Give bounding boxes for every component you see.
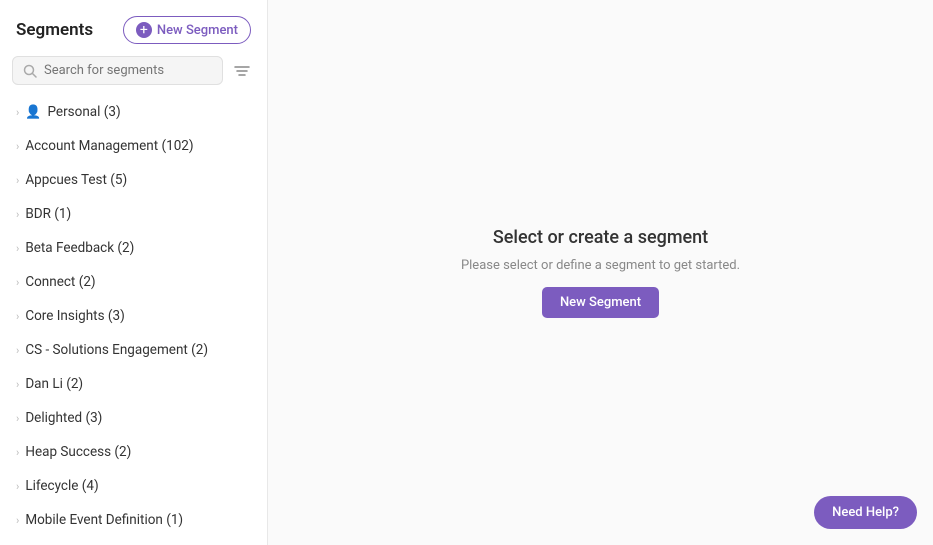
list-item[interactable]: › CS - Solutions Engagement (2) — [0, 333, 267, 367]
list-item-label: CS - Solutions Engagement (2) — [25, 342, 208, 358]
list-item-label: Core Insights (3) — [25, 308, 124, 324]
need-help-button[interactable]: Need Help? — [814, 496, 917, 529]
search-input-wrap — [12, 56, 223, 85]
filter-button[interactable] — [229, 58, 255, 84]
list-item-label: Mobile Event Definition (1) — [25, 512, 183, 528]
list-item-label: Lifecycle (4) — [25, 478, 98, 494]
create-segment-button[interactable]: New Segment — [542, 287, 659, 318]
list-item[interactable]: › Dan Li (2) — [0, 367, 267, 401]
list-item[interactable]: › Delighted (3) — [0, 401, 267, 435]
chevron-right-icon: › — [16, 310, 19, 323]
list-item-label: Account Management (102) — [25, 138, 193, 154]
list-item-label: Beta Feedback (2) — [25, 240, 134, 256]
new-segment-label: New Segment — [157, 23, 238, 38]
chevron-right-icon: › — [16, 106, 19, 119]
chevron-right-icon: › — [16, 344, 19, 357]
page-title: Segments — [16, 20, 93, 40]
chevron-right-icon: › — [16, 378, 19, 391]
plus-circle-icon: + — [136, 22, 152, 38]
empty-state: Select or create a segment Please select… — [461, 227, 740, 318]
list-item[interactable]: › BDR (1) — [0, 197, 267, 231]
filter-icon — [233, 62, 251, 80]
list-item-label: BDR (1) — [25, 206, 71, 222]
chevron-right-icon: › — [16, 480, 19, 493]
list-item-label: Appcues Test (5) — [25, 172, 127, 188]
chevron-right-icon: › — [16, 276, 19, 289]
list-item[interactable]: › Mobile Event Definition (1) — [0, 503, 267, 537]
main-content: Select or create a segment Please select… — [268, 0, 933, 545]
list-item[interactable]: › 👤 Personal (3) — [0, 95, 267, 129]
list-item-label: Personal (3) — [48, 104, 121, 120]
search-icon — [23, 64, 37, 78]
list-item[interactable]: › Lifecycle (4) — [0, 469, 267, 503]
chevron-right-icon: › — [16, 446, 19, 459]
list-item[interactable]: › Core Insights (3) — [0, 299, 267, 333]
chevron-right-icon: › — [16, 140, 19, 153]
chevron-right-icon: › — [16, 514, 19, 527]
list-item[interactable]: › Appcues Test (5) — [0, 163, 267, 197]
search-input[interactable] — [44, 63, 212, 78]
empty-state-title: Select or create a segment — [493, 227, 708, 248]
list-item-label: Heap Success (2) — [25, 444, 131, 460]
list-item-label: Delighted (3) — [25, 410, 102, 426]
empty-state-subtitle: Please select or define a segment to get… — [461, 258, 740, 273]
list-item[interactable]: › Heap Success (2) — [0, 435, 267, 469]
list-item[interactable]: › Account Management (102) — [0, 129, 267, 163]
chevron-right-icon: › — [16, 208, 19, 221]
list-item[interactable]: › Connect (2) — [0, 265, 267, 299]
search-bar-row — [0, 56, 267, 95]
list-item[interactable]: ›Modesto's Reports (2) — [0, 537, 267, 545]
segment-list: ›👤Personal (3)›Account Management (102)›… — [0, 95, 267, 545]
chevron-right-icon: › — [16, 174, 19, 187]
new-segment-button[interactable]: + New Segment — [123, 16, 251, 44]
chevron-right-icon: › — [16, 412, 19, 425]
list-item[interactable]: › Beta Feedback (2) — [0, 231, 267, 265]
personal-icon: 👤 — [25, 105, 41, 120]
sidebar-header: Segments + New Segment — [0, 0, 267, 56]
list-item-label: Dan Li (2) — [25, 376, 83, 392]
list-item-label: Connect (2) — [25, 274, 95, 290]
sidebar: Segments + New Segment — [0, 0, 268, 545]
chevron-right-icon: › — [16, 242, 19, 255]
